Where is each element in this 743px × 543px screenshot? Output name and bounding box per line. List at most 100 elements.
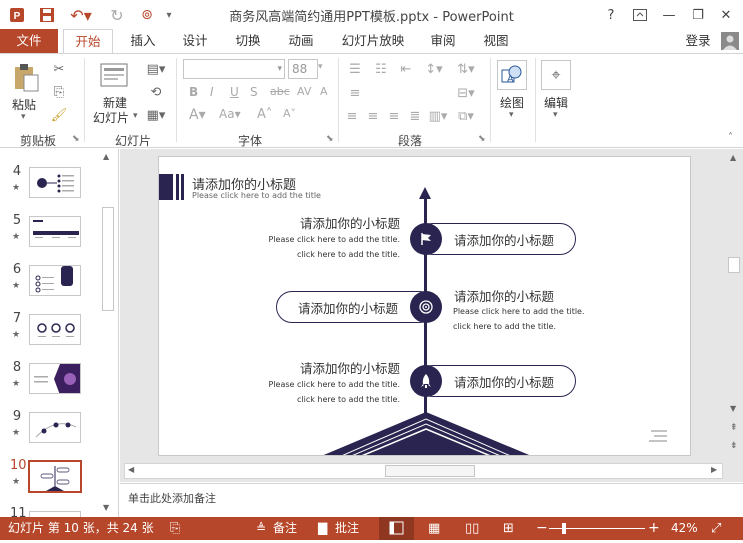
help-button[interactable]: ? (598, 4, 624, 26)
thumbnail-scrollbar[interactable]: ▲ ▼ (101, 149, 115, 517)
item-1-line-1[interactable]: Please click here to add the title. (239, 232, 400, 247)
italic-icon[interactable]: I (210, 85, 214, 99)
align-vertical-icon[interactable]: ⊟▾ (453, 84, 479, 102)
format-painter-icon[interactable]: 🖌 (50, 106, 68, 124)
clipboard-launcher-icon[interactable]: ⬊ (72, 134, 80, 144)
slideshow-icon[interactable]: ⊞ (503, 520, 514, 537)
numbering-icon[interactable]: ☷ (370, 60, 392, 78)
align-right-icon[interactable]: ≡ (386, 107, 402, 125)
slide-subtitle[interactable]: Please click here to add the title (192, 191, 321, 200)
slide-thumbnail-4[interactable] (29, 167, 81, 198)
paste-dropdown-icon[interactable]: ▾ (21, 112, 26, 122)
strikethrough-icon[interactable]: abc (270, 85, 290, 98)
draw-label[interactable]: 绘图 (500, 94, 524, 111)
tab-insert[interactable]: 插入 (126, 29, 160, 53)
slide-sorter-icon[interactable]: ▦ (428, 520, 440, 537)
previous-slide-icon[interactable]: ⇞ (730, 423, 738, 433)
shadow-icon[interactable]: S (250, 85, 258, 99)
paste-label[interactable]: 粘贴 (12, 96, 36, 113)
decrease-indent-icon[interactable]: ⇤ (397, 60, 415, 78)
scroll-right-icon[interactable]: ▶ (711, 465, 717, 474)
slide-thumbnail-6[interactable] (29, 265, 81, 296)
notes-button[interactable]: 备注 (273, 520, 297, 537)
item-2-line-1[interactable]: Please click here to add the title. (453, 304, 585, 319)
smartart-icon[interactable]: ⧉▾ (453, 107, 479, 125)
font-size-dropdown-icon[interactable]: ▾ (318, 62, 323, 72)
align-left-icon[interactable]: ≡ (344, 107, 360, 125)
section-icon[interactable]: ▦▾ (142, 106, 170, 124)
underline-icon[interactable]: U (230, 85, 239, 99)
tab-view[interactable]: 视图 (479, 29, 513, 53)
item-3-title[interactable]: 请添加你的小标题 (259, 358, 400, 377)
new-slide-icon[interactable] (99, 60, 131, 90)
align-text-icon[interactable]: ≡ (344, 84, 366, 102)
spell-check-icon[interactable]: ⎘ (170, 520, 180, 537)
scroll-up-icon[interactable]: ▲ (730, 153, 736, 162)
slide-thumbnail-7[interactable] (29, 314, 81, 345)
binoculars-icon[interactable]: ⌖ (541, 60, 571, 90)
columns-icon[interactable]: ▥▾ (428, 107, 448, 125)
tab-slideshow[interactable]: 幻灯片放映 (338, 29, 408, 53)
layout-icon[interactable]: ▤▾ (142, 60, 170, 78)
scroll-down-icon[interactable]: ▼ (103, 503, 109, 512)
zoom-out-icon[interactable]: − (536, 520, 548, 537)
scroll-thumb[interactable] (102, 207, 114, 311)
sign-in-link[interactable]: 登录 (681, 29, 715, 53)
slide-thumbnail-10[interactable] (28, 460, 82, 493)
shapes-icon[interactable]: A (497, 60, 527, 90)
restore-icon[interactable]: ❐ (685, 4, 711, 26)
font-color-icon[interactable]: A▾ (189, 107, 206, 123)
item-3-line-2[interactable]: click here to add the title. (239, 392, 400, 407)
align-center-icon[interactable]: ≡ (365, 107, 381, 125)
line-spacing-icon[interactable]: ↕▾ (421, 60, 447, 78)
copy-icon[interactable]: ⎘ (50, 83, 68, 101)
item-1-title[interactable]: 请添加你的小标题 (259, 213, 400, 232)
zoom-in-icon[interactable]: + (648, 520, 660, 537)
editor-vertical-scrollbar[interactable]: ▲ ▼ ⇞ ⇟ (726, 149, 743, 463)
notes-pane[interactable]: 单击此处添加备注 (120, 483, 743, 517)
slide-thumbnail-5[interactable] (29, 216, 81, 247)
close-icon[interactable]: ✕ (713, 4, 739, 26)
tab-animations[interactable]: 动画 (284, 29, 318, 53)
decrease-font-icon[interactable]: A˅ (283, 107, 296, 120)
bullets-icon[interactable]: ☰ (344, 60, 366, 78)
minimize-icon[interactable]: — (656, 4, 682, 26)
font-launcher-icon[interactable]: ⬊ (326, 134, 334, 144)
collapse-ribbon-icon[interactable]: ˄ (728, 132, 733, 143)
justify-icon[interactable]: ≣ (407, 107, 423, 125)
cut-icon[interactable]: ✂ (50, 60, 68, 78)
tab-home[interactable]: 开始 (63, 29, 113, 54)
notes-icon[interactable]: ≜ (256, 520, 266, 537)
clear-format-icon[interactable]: A (320, 85, 328, 98)
tab-review[interactable]: 审阅 (426, 29, 460, 53)
item-3-line-1[interactable]: Please click here to add the title. (239, 377, 400, 392)
comments-icon[interactable]: ▇ (318, 520, 327, 537)
font-name-combo[interactable]: ▾ (183, 59, 285, 79)
new-slide-label-2[interactable]: 幻灯片 (93, 109, 129, 126)
scroll-up-icon[interactable]: ▲ (103, 152, 109, 161)
reading-view-icon[interactable]: ▯▯ (465, 520, 479, 537)
bold-icon[interactable]: B (189, 85, 198, 99)
reset-icon[interactable]: ⟲ (142, 83, 170, 101)
text-direction-icon[interactable]: ⇅▾ (453, 60, 479, 78)
font-size-combo[interactable]: 88 (288, 59, 318, 79)
char-spacing-icon[interactable]: AV (297, 85, 311, 98)
tab-file[interactable]: 文件 (0, 29, 58, 53)
item-2-line-2[interactable]: click here to add the title. (453, 319, 556, 334)
paste-icon[interactable] (10, 62, 42, 94)
scroll-thumb[interactable] (385, 465, 475, 477)
slide-thumbnail-9[interactable] (29, 412, 81, 443)
tab-transitions[interactable]: 切换 (231, 29, 265, 53)
draw-dropdown-icon[interactable]: ▾ (509, 110, 514, 120)
scroll-thumb[interactable] (728, 257, 740, 273)
item-1-line-2[interactable]: click here to add the title. (239, 247, 400, 262)
new-slide-dropdown-icon[interactable]: ▾ (133, 111, 138, 121)
slide-canvas[interactable]: 请添加你的小标题 Please click here to add the ti… (158, 156, 691, 456)
edit-label[interactable]: 编辑 (544, 94, 568, 111)
tab-design[interactable]: 设计 (178, 29, 212, 53)
ribbon-display-options-icon[interactable] (627, 4, 653, 26)
next-slide-icon[interactable]: ⇟ (730, 441, 738, 451)
paragraph-launcher-icon[interactable]: ⬊ (478, 134, 486, 144)
user-avatar[interactable] (721, 32, 739, 50)
editor-horizontal-scrollbar[interactable]: ◀ ▶ (124, 463, 723, 479)
